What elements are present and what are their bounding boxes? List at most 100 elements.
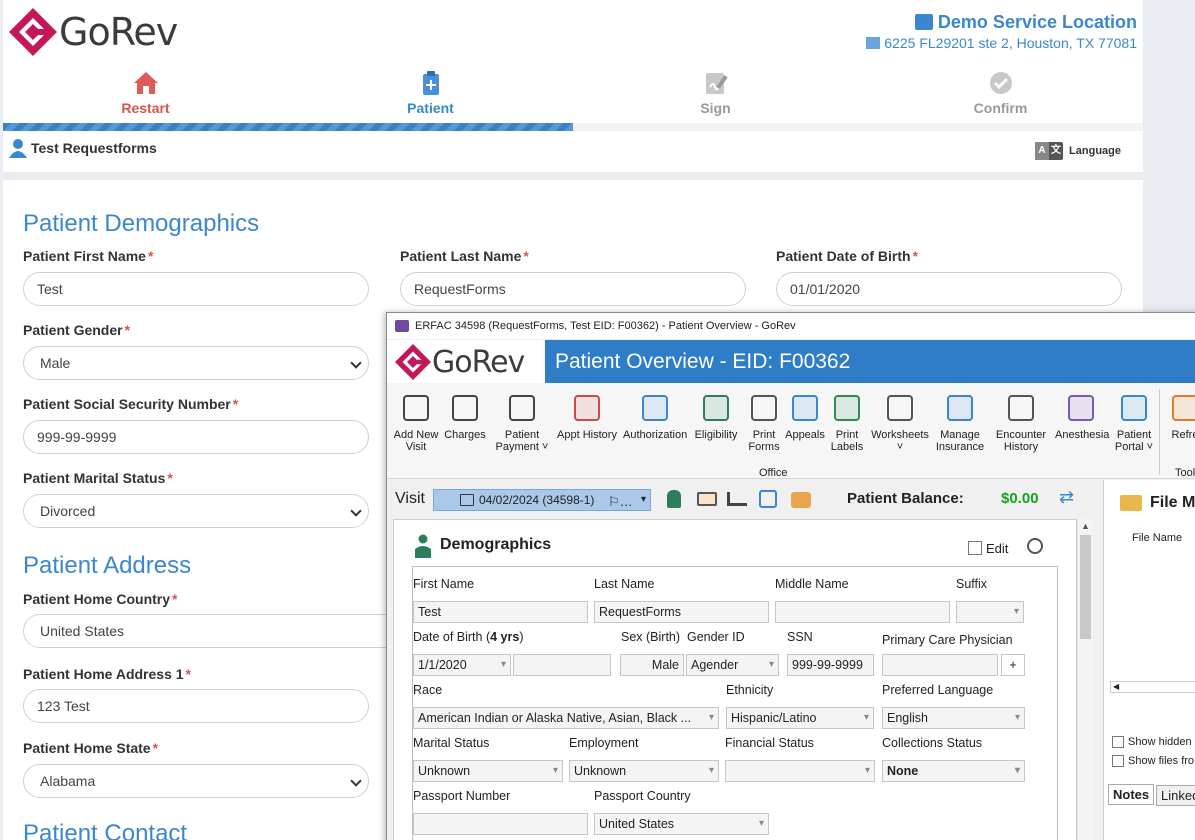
visit-select[interactable]: 04/02/2024 (34598-1) ⚐… ▾ [433,489,651,511]
suffix-select[interactable] [956,601,1024,623]
id-card-icon[interactable] [697,492,717,506]
demographics-scrollbar[interactable]: ▲ [1077,519,1093,840]
ribbon-button-label: Encounter History [995,429,1047,453]
hscroll-left-icon[interactable]: ◀ [1110,681,1195,693]
last-name-field[interactable]: RequestForms [594,601,769,623]
ribbon-button-10[interactable]: Manage Insurance [933,391,987,453]
ribbon-button-label: Appeals [785,429,825,441]
chevron-down-icon: ▾ [640,494,646,505]
country-select[interactable]: United States [23,614,443,648]
ribbon-button-14[interactable]: Refre [1165,391,1195,441]
label-text: Patient Social Security Number [23,396,231,412]
ribbon-button-0[interactable]: Add New Visit [393,391,439,453]
ribbon-button-9[interactable]: Worksheets ˅ [867,391,933,453]
label-text: Patient Date of Birth [776,248,911,264]
gender-select[interactable]: Male [23,346,369,380]
bed-icon[interactable] [727,492,747,506]
step-restart[interactable]: Restart [3,70,288,116]
ribbon-button-13[interactable]: Patient Portal ˅ [1107,391,1161,453]
ribbon-button-label: Patient Payment ˅ [495,429,549,453]
step-label: Sign [700,100,731,116]
tab-notes[interactable]: Notes [1108,784,1155,805]
show-hidden-checkbox[interactable] [1112,736,1124,748]
marital-select[interactable]: Unknown [413,760,563,782]
ribbon-button-2[interactable]: Patient Payment ˅ [493,391,551,453]
step-confirm[interactable]: Confirm [858,70,1143,116]
show-files-checkbox[interactable] [1112,755,1124,767]
first-name-input[interactable]: Test [23,272,369,306]
passport-number-field[interactable] [413,813,588,835]
dob-field[interactable]: 1/1/2020 [413,654,511,676]
dob-input[interactable]: 01/01/2020 [776,272,1122,306]
history-icon[interactable] [1027,538,1043,554]
state-label: Patient Home State * [23,740,158,756]
ribbon-button-8[interactable]: Print Labels [827,391,867,453]
transfer-icon[interactable]: ⇄ [1059,487,1074,508]
person-icon [415,534,431,558]
wallet-icon[interactable] [791,492,811,508]
ribbon-button-12[interactable]: Anesthesia [1055,391,1109,441]
scroll-up-icon[interactable]: ▲ [1081,521,1090,531]
race-select[interactable]: American Indian or Alaska Native, Asian,… [413,707,719,729]
first-name-label: First Name [413,577,475,591]
window-titlebar[interactable]: ERFAC 34598 (RequestForms, Test EID: F00… [387,313,1195,339]
ribbon-button-4[interactable]: Authorization [623,391,687,441]
ribbon-button-1[interactable]: Charges [439,391,491,441]
shield-icon[interactable] [759,490,777,508]
ribbon-button-11[interactable]: Encounter History [987,391,1055,453]
middle-name-label: Middle Name [775,577,849,591]
ribbon-button-5[interactable]: Eligibility [687,391,745,441]
tab-linked[interactable]: Linked [1156,785,1195,806]
language-button[interactable]: A文 Language [1035,142,1121,160]
marital-select[interactable]: Divorced [23,494,369,528]
ribbon-button-label: Appt History [557,429,617,441]
ribbon-separator [1159,389,1160,475]
map-icon [866,37,881,49]
last-name-input[interactable]: RequestForms [400,272,746,306]
ribbon-button-7[interactable]: Appeals [783,391,827,441]
step-sign[interactable]: Sign [573,70,858,116]
state-select[interactable]: Alabama [23,764,369,798]
ssn-input[interactable]: 999-99-9999 [23,420,369,454]
marital-label: Patient Marital Status * [23,470,173,486]
first-name-label: Patient First Name * [23,248,153,264]
first-name-field[interactable]: Test [413,601,588,623]
step-patient[interactable]: Patient [288,70,573,116]
visit-form-icon [460,494,474,506]
step-label: Patient [407,100,454,116]
person-icon[interactable] [667,490,681,508]
time-field[interactable] [513,654,611,676]
ribbon-button-6[interactable]: Print Forms [745,391,783,453]
add-pcp-button[interactable]: + [1001,654,1025,676]
ethnicity-select[interactable]: Hispanic/Latino [726,707,874,729]
financial-select[interactable] [725,760,875,782]
required-mark: * [185,666,191,682]
preferred-language-select[interactable]: English [882,707,1025,729]
ribbon-button-label: Manage Insurance [935,429,985,453]
app-header: GoRev Demo Service Location 6225 FL29201… [3,0,1143,172]
gender-id-select[interactable]: Agender [686,654,779,676]
gorev-logo[interactable]: GoRev [9,8,178,56]
bed-plus-icon [399,391,433,425]
show-files-label: Show files fro [1128,755,1195,767]
pcp-field[interactable] [882,654,998,676]
window-logo: GoRev [395,344,525,380]
sex-field[interactable]: Male [620,654,684,676]
required-mark: * [124,322,131,338]
scroll-thumb[interactable] [1080,535,1091,639]
language-icon: A文 [1035,142,1064,160]
gender-label: Patient Gender * [23,322,130,338]
ribbon-button-3[interactable]: Appt History [551,391,623,441]
file-name-column[interactable]: File Name [1132,532,1182,544]
address1-input[interactable]: 123 Test [23,689,369,723]
globe-gear-icon [1117,391,1151,425]
step-label: Restart [121,100,170,116]
employment-select[interactable]: Unknown [569,760,719,782]
edit-checkbox[interactable] [968,541,982,555]
middle-name-field[interactable] [775,601,950,623]
passport-country-select[interactable]: United States [594,813,769,835]
required-mark: * [523,248,529,264]
language-label: Language [1069,145,1121,157]
collections-select[interactable]: None [882,760,1025,782]
ssn-field[interactable]: 999-99-9999 [787,654,874,676]
